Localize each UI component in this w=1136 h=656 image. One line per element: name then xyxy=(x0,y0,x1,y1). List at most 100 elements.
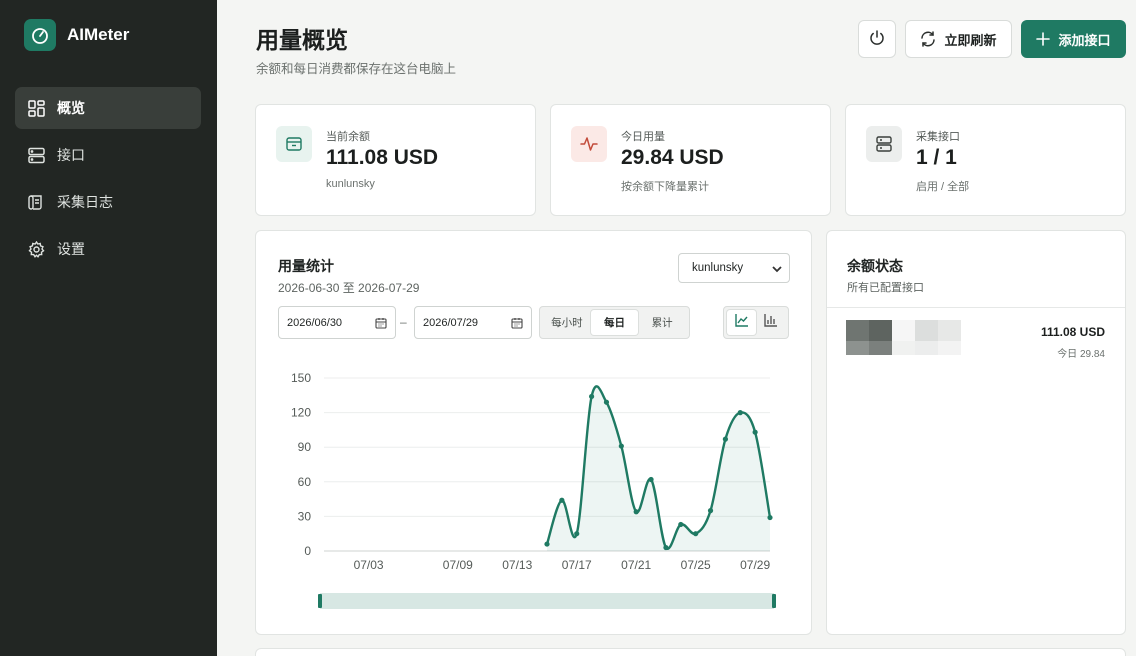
balance-card: 余额状态 所有已配置接口 111.08 USD 今日 29.84 xyxy=(826,230,1126,635)
data-point xyxy=(589,393,595,400)
balance-row[interactable]: 111.08 USD 今日 29.84 xyxy=(827,311,1125,361)
data-point xyxy=(767,514,773,521)
sidebar-item-logs[interactable]: 采集日志 xyxy=(15,181,201,223)
bar-chart-button[interactable] xyxy=(756,310,785,335)
sidebar-item-endpoints[interactable]: 接口 xyxy=(15,134,201,176)
stat-sub: kunlunsky xyxy=(326,178,375,190)
granularity-daily[interactable]: 每日 xyxy=(590,310,639,335)
x-tick-label: 07/17 xyxy=(562,558,592,572)
power-button[interactable] xyxy=(858,20,896,58)
y-tick-label: 150 xyxy=(291,371,311,385)
app-name: AIMeter xyxy=(67,25,130,44)
data-point xyxy=(633,509,639,515)
wallet-icon xyxy=(276,126,312,162)
source-select-value: kunlunsky xyxy=(692,262,744,274)
start-date-input[interactable]: 2026/06/30 xyxy=(278,306,396,339)
sidebar-nav: 概览 接口 采集日志 设置 xyxy=(15,87,201,275)
gear-icon xyxy=(27,240,45,258)
stat-label: 今日用量 xyxy=(621,131,665,143)
zoom-handle-left xyxy=(318,594,322,608)
granularity-hourly[interactable]: 每小时 xyxy=(543,310,591,335)
calendar-icon[interactable] xyxy=(375,317,387,332)
data-point xyxy=(574,531,580,537)
y-tick-label: 0 xyxy=(304,544,311,558)
stat-value: 29.84 USD xyxy=(621,146,724,169)
date-separator: – xyxy=(400,315,407,329)
y-tick-label: 30 xyxy=(298,509,312,523)
add-endpoint-label: 添加接口 xyxy=(1058,32,1111,48)
usage-range: 2026-06-30 至 2026-07-29 xyxy=(278,281,420,295)
divider xyxy=(827,307,1125,308)
x-tick-label: 07/13 xyxy=(502,558,532,572)
refresh-button[interactable]: 立即刷新 xyxy=(905,20,1012,58)
plus-icon xyxy=(1036,32,1051,46)
granularity-cumulative[interactable]: 累计 xyxy=(638,310,686,335)
data-point xyxy=(618,443,624,449)
data-point xyxy=(737,410,743,416)
data-point xyxy=(559,497,565,503)
balance-amount: 111.08 USD xyxy=(1040,325,1105,339)
usage-title: 用量统计 xyxy=(278,258,334,274)
series-area xyxy=(547,386,770,551)
add-endpoint-button[interactable]: 添加接口 xyxy=(1021,20,1126,58)
end-date-value: 2026/07/29 xyxy=(423,316,479,329)
x-tick-label: 07/09 xyxy=(443,558,473,572)
dashboard-icon xyxy=(27,99,45,117)
usage-card: 用量统计 2026-06-30 至 2026-07-29 kunlunsky 2… xyxy=(255,230,812,635)
sidebar-item-label: 接口 xyxy=(57,147,85,163)
source-select[interactable]: kunlunsky xyxy=(678,253,790,283)
bottom-card xyxy=(255,648,1126,656)
x-tick-label: 07/25 xyxy=(681,558,711,572)
line-chart-button[interactable] xyxy=(727,310,756,335)
y-tick-label: 90 xyxy=(298,440,312,454)
data-point xyxy=(544,541,550,547)
granularity-toggle: 每小时 每日 累计 xyxy=(539,306,690,339)
stat-card-balance: 当前余额 111.08 USD kunlunsky xyxy=(255,104,536,216)
refresh-icon xyxy=(920,31,936,47)
data-point xyxy=(693,531,699,537)
refresh-label: 立即刷新 xyxy=(944,32,997,48)
usage-chart: 0 30 60 90 120 150 07/03 07/09 07/13 07/17 07/21 07… xyxy=(291,371,776,609)
stat-value: 111.08 USD xyxy=(326,146,439,169)
stat-card-endpoints: 采集接口 1 / 1 启用 / 全部 xyxy=(845,104,1126,216)
activity-icon xyxy=(571,126,607,162)
stat-label: 当前余额 xyxy=(326,131,370,143)
y-tick-label: 120 xyxy=(291,406,311,420)
sidebar-item-settings[interactable]: 设置 xyxy=(15,228,201,270)
x-tick-label: 07/03 xyxy=(354,558,384,572)
gauge-icon xyxy=(24,19,56,51)
server-icon xyxy=(27,146,45,164)
chevron-down-icon xyxy=(771,263,783,278)
data-point xyxy=(752,429,758,435)
stat-label: 采集接口 xyxy=(916,131,960,143)
sidebar-item-overview[interactable]: 概览 xyxy=(15,87,201,129)
x-tick-label: 07/29 xyxy=(740,558,770,572)
data-point xyxy=(678,521,684,528)
calendar-icon[interactable] xyxy=(511,317,523,332)
sidebar: AIMeter 概览 接口 采集日志 设置 xyxy=(0,0,217,656)
line-chart-icon xyxy=(734,313,749,332)
balance-title: 余额状态 xyxy=(847,258,903,274)
brand[interactable]: AIMeter xyxy=(24,19,129,51)
page-title: 用量概览 xyxy=(256,27,348,53)
sidebar-item-label: 采集日志 xyxy=(57,194,113,210)
stat-value: 1 / 1 xyxy=(916,146,957,169)
y-tick-label: 60 xyxy=(298,475,312,489)
power-icon xyxy=(868,29,886,50)
stat-card-today: 今日用量 29.84 USD 按余额下降量累计 xyxy=(550,104,831,216)
chart-type-toggle xyxy=(723,306,789,339)
sidebar-item-label: 设置 xyxy=(57,241,85,257)
stat-sub: 启用 / 全部 xyxy=(916,181,970,193)
data-point xyxy=(603,399,610,405)
zoom-slider-track xyxy=(320,593,774,609)
data-point xyxy=(722,436,728,442)
stat-sub: 按余额下降量累计 xyxy=(621,181,709,193)
sidebar-item-label: 概览 xyxy=(57,100,85,116)
end-date-input[interactable]: 2026/07/29 xyxy=(414,306,532,339)
server-icon xyxy=(866,126,902,162)
bar-chart-icon xyxy=(763,313,778,332)
log-icon xyxy=(27,193,45,211)
redacted-avatar xyxy=(846,320,961,355)
balance-today: 今日 29.84 xyxy=(1057,349,1105,360)
x-tick-label: 07/21 xyxy=(621,558,651,572)
